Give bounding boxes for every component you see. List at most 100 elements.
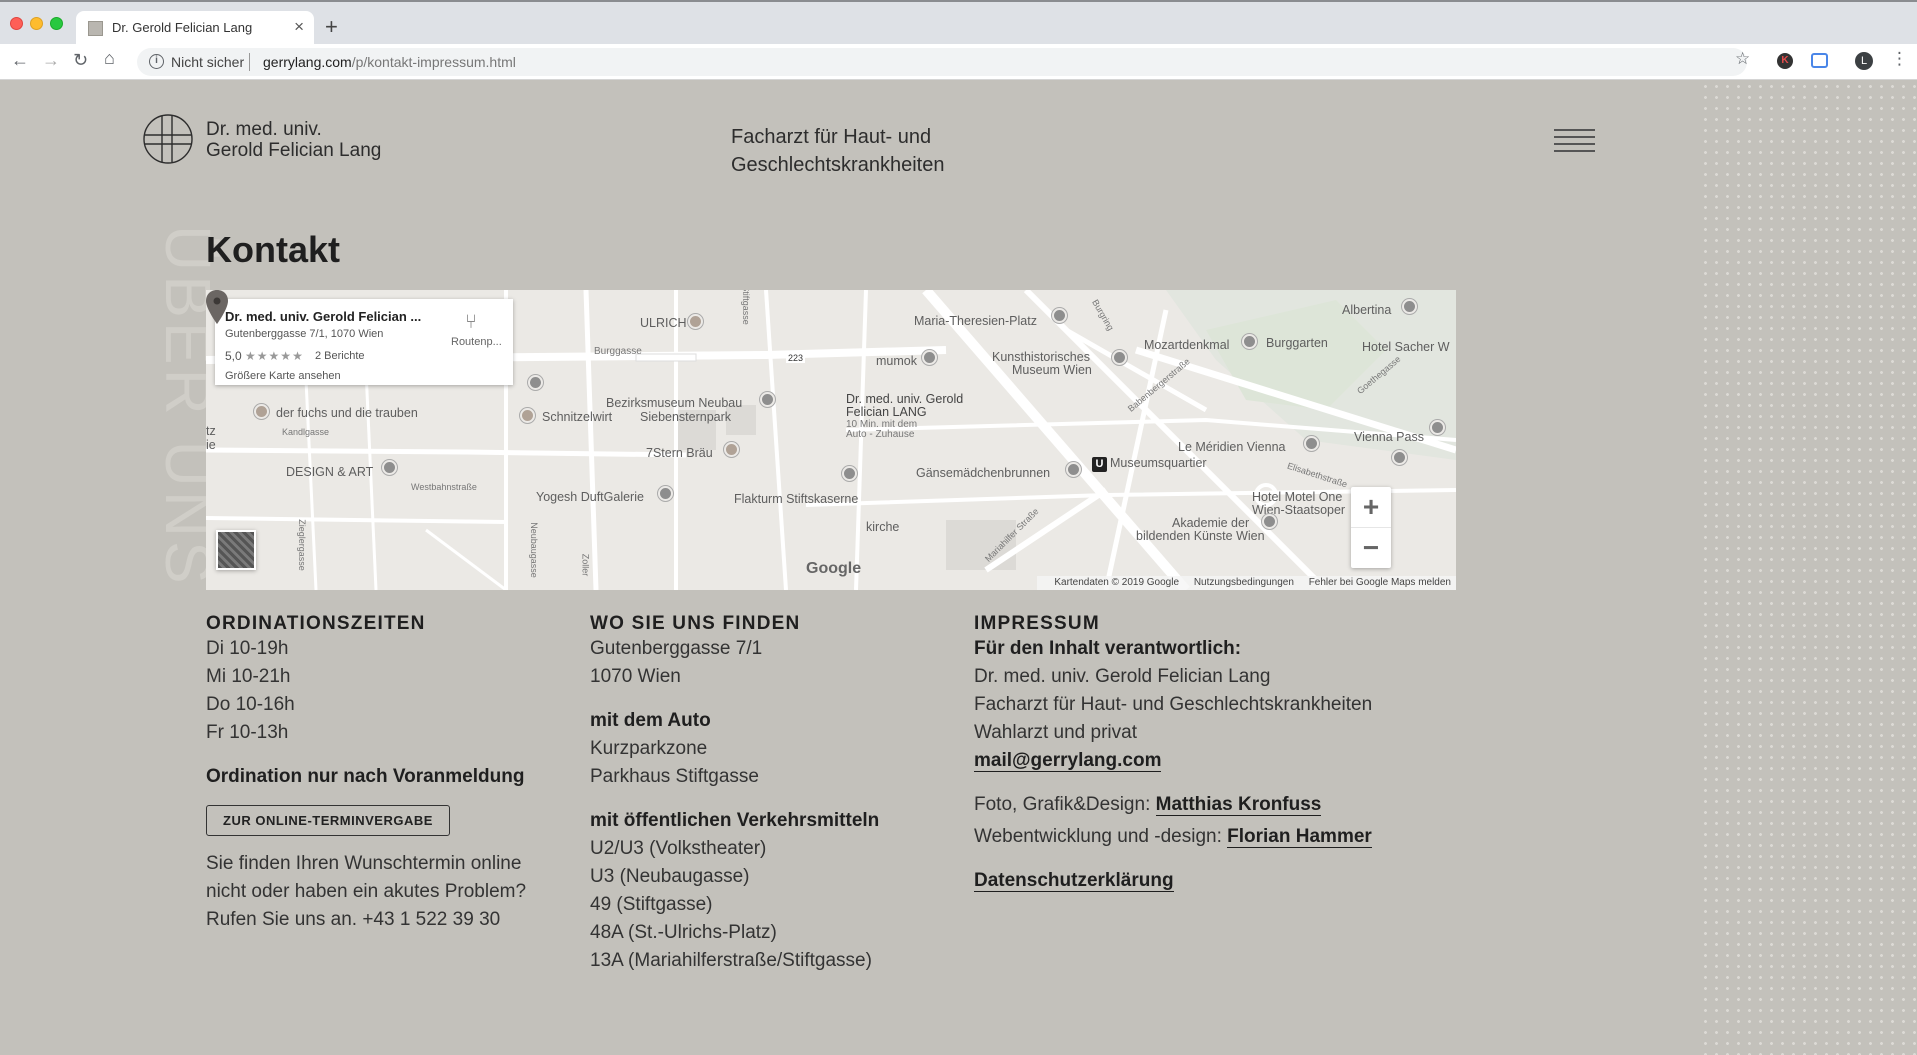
hours-line: Mi 10-21h — [206, 666, 291, 687]
extension-icon[interactable] — [1811, 53, 1828, 68]
rating-stars: ★★★★★ — [245, 349, 304, 363]
music-poi-icon[interactable] — [1430, 420, 1445, 435]
museum-poi-icon[interactable] — [1112, 350, 1127, 365]
close-window-button[interactable] — [10, 17, 23, 30]
museum-poi-icon[interactable] — [1402, 299, 1417, 314]
tab-close-icon[interactable]: × — [294, 17, 304, 37]
reviews-link[interactable]: 2 Berichte — [315, 350, 365, 362]
landmark-poi-icon[interactable] — [842, 466, 857, 481]
restaurant-poi-icon[interactable] — [520, 408, 535, 423]
map-label-maria-theresien: Maria-Theresien-Platz — [914, 314, 1037, 328]
map-label-stiftgasse: Stiftgasse — [740, 290, 751, 325]
map-label-le-meridien: Le Méridien Vienna — [1178, 440, 1286, 454]
restaurant-poi-icon[interactable] — [724, 442, 739, 457]
hours-line: Di 10-19h — [206, 638, 289, 659]
page-content: Dr. med. univ. Gerold Felician Lang Fach… — [0, 81, 1917, 1055]
info-icon[interactable]: i — [149, 54, 164, 69]
responsible-label: Für den Inhalt verantwortlich: — [974, 638, 1242, 659]
map-label-yogesh: Yogesh DuftGalerie — [536, 490, 644, 504]
doctor-name-line1: Dr. med. univ. — [206, 119, 322, 140]
map-data-credit: Kartendaten © 2019 Google — [1054, 577, 1180, 588]
map-label-mumok: mumok — [876, 354, 917, 368]
map-label-akademie-1: Akademie der — [1172, 516, 1250, 530]
map-label-ulrich: ULRICH — [640, 316, 687, 330]
public-transport-heading: mit öffentlichen Verkehrsmitteln — [590, 810, 880, 831]
terms-link[interactable]: Nutzungsbedingungen — [1194, 577, 1294, 588]
new-tab-icon[interactable]: + — [325, 14, 338, 40]
email-link[interactable]: mail@gerrylang.com — [974, 750, 1162, 772]
transport-line: U2/U3 (Volkstheater) — [590, 838, 767, 859]
maximize-window-button[interactable] — [50, 17, 63, 30]
online-booking-button[interactable]: ZUR ONLINE-TERMINVERGABE — [206, 805, 450, 836]
map-attribution: Kartendaten © 2019 Google Nutzungsbeding… — [1037, 576, 1456, 590]
appointment-note: Ordination nur nach Voranmeldung — [206, 766, 525, 787]
larger-map-link[interactable]: Größere Karte ansehen — [225, 370, 341, 382]
zoom-controls: + − — [1351, 487, 1391, 568]
forward-icon[interactable]: → — [42, 50, 60, 71]
minimize-window-button[interactable] — [30, 17, 43, 30]
landmark-poi-icon[interactable] — [1052, 308, 1067, 323]
satellite-toggle[interactable] — [216, 530, 256, 570]
browser-menu-icon[interactable]: ⋮ — [1891, 49, 1908, 69]
hotel-poi-icon[interactable] — [1304, 436, 1319, 451]
address-bar[interactable]: i Nicht sicher gerrylang.com/p/kontakt-i… — [137, 48, 1747, 76]
map-label-burggasse: Burggasse — [594, 346, 642, 357]
privacy-policy-link[interactable]: Datenschutzerklärung — [974, 870, 1174, 892]
museum-poi-icon[interactable] — [922, 350, 937, 365]
photo-credit-label: Foto, Grafik&Design: — [974, 794, 1156, 815]
bookmark-star-icon[interactable]: ☆ — [1735, 49, 1750, 69]
subway-station-icon[interactable]: U — [1092, 457, 1107, 472]
museum-poi-icon[interactable] — [1392, 450, 1407, 465]
browser-tab[interactable]: Dr. Gerold Felician Lang × — [76, 11, 314, 46]
museum-poi-icon[interactable] — [528, 375, 543, 390]
address-line: Gutenberggasse 7/1 — [590, 638, 763, 659]
imprint-line: Dr. med. univ. Gerold Felician Lang — [974, 666, 1271, 687]
restaurant-poi-icon[interactable] — [254, 404, 269, 419]
landmark-poi-icon[interactable] — [1066, 462, 1081, 477]
url-text[interactable]: gerrylang.com/p/kontakt-impressum.html — [263, 54, 516, 70]
bus-223-badge: 223 — [786, 353, 806, 363]
google-map[interactable]: Dr. med. univ. Gerold Felician ... Guten… — [206, 290, 1456, 590]
museum-poi-icon[interactable] — [1262, 514, 1277, 529]
extension-k-icon[interactable]: K — [1777, 53, 1793, 69]
map-label-motel-one-1: Hotel Motel One — [1252, 490, 1343, 504]
directions-label[interactable]: Routenp... — [451, 336, 502, 348]
map-label-akademie-2: bildenden Künste Wien — [1136, 529, 1265, 543]
zoom-in-button[interactable]: + — [1351, 487, 1391, 527]
home-icon[interactable]: ⌂ — [104, 48, 115, 69]
web-credit-link[interactable]: Florian Hammer — [1227, 826, 1372, 848]
map-label-khm-1: Kunsthistorisches — [992, 350, 1090, 364]
location-marker-icon[interactable] — [206, 290, 228, 324]
logo-icon[interactable] — [142, 113, 194, 165]
museum-poi-icon[interactable] — [760, 392, 775, 407]
transport-line: 13A (Mariahilferstraße/Stiftgasse) — [590, 950, 872, 971]
doctor-name[interactable]: Dr. med. univ. Gerold Felician Lang — [206, 119, 381, 161]
restaurant-poi-icon[interactable] — [688, 314, 703, 329]
back-icon[interactable]: ← — [11, 50, 29, 71]
map-label-vienna-pass: Vienna Pass — [1354, 430, 1424, 444]
profile-avatar[interactable]: L — [1855, 52, 1873, 70]
place-title[interactable]: Dr. med. univ. Gerold Felician ... — [225, 309, 421, 324]
map-label-kirche: kirche — [866, 520, 900, 534]
marker-label-1: Dr. med. univ. Gerold — [846, 392, 964, 406]
map-label-museumsquartier: Museumsquartier — [1110, 456, 1207, 470]
transport-line: 48A (St.-Ulrichs-Platz) — [590, 922, 777, 943]
map-label-neubaugasse: Neubaugasse — [528, 522, 539, 578]
hamburger-menu-icon[interactable] — [1554, 129, 1595, 152]
decorative-pattern — [1700, 81, 1917, 1055]
map-place-card[interactable]: Dr. med. univ. Gerold Felician ... Guten… — [215, 299, 513, 385]
zoom-out-button[interactable]: − — [1351, 527, 1391, 567]
location-column: WO SIE UNS FINDEN Gutenberggasse 7/1 107… — [590, 613, 879, 975]
gallery-poi-icon[interactable] — [382, 460, 397, 475]
photo-credit-link[interactable]: Matthias Kronfuss — [1155, 794, 1322, 816]
specialty-line2: Geschlechtskrankheiten — [731, 154, 945, 176]
directions-icon[interactable]: ⑂ — [465, 311, 477, 334]
specialty: Facharzt für Haut- und Geschlechtskrankh… — [731, 123, 944, 179]
gallery-poi-icon[interactable] — [658, 486, 673, 501]
map-label-ie: ie — [206, 438, 216, 452]
landmark-poi-icon[interactable] — [1242, 334, 1257, 349]
map-label-zieglergasse: Zieglergasse — [296, 519, 307, 571]
imprint-line: Facharzt für Haut- und Geschlechtskrankh… — [974, 694, 1373, 715]
report-error-link[interactable]: Fehler bei Google Maps melden — [1309, 577, 1451, 588]
reload-icon[interactable]: ↻ — [73, 50, 88, 71]
